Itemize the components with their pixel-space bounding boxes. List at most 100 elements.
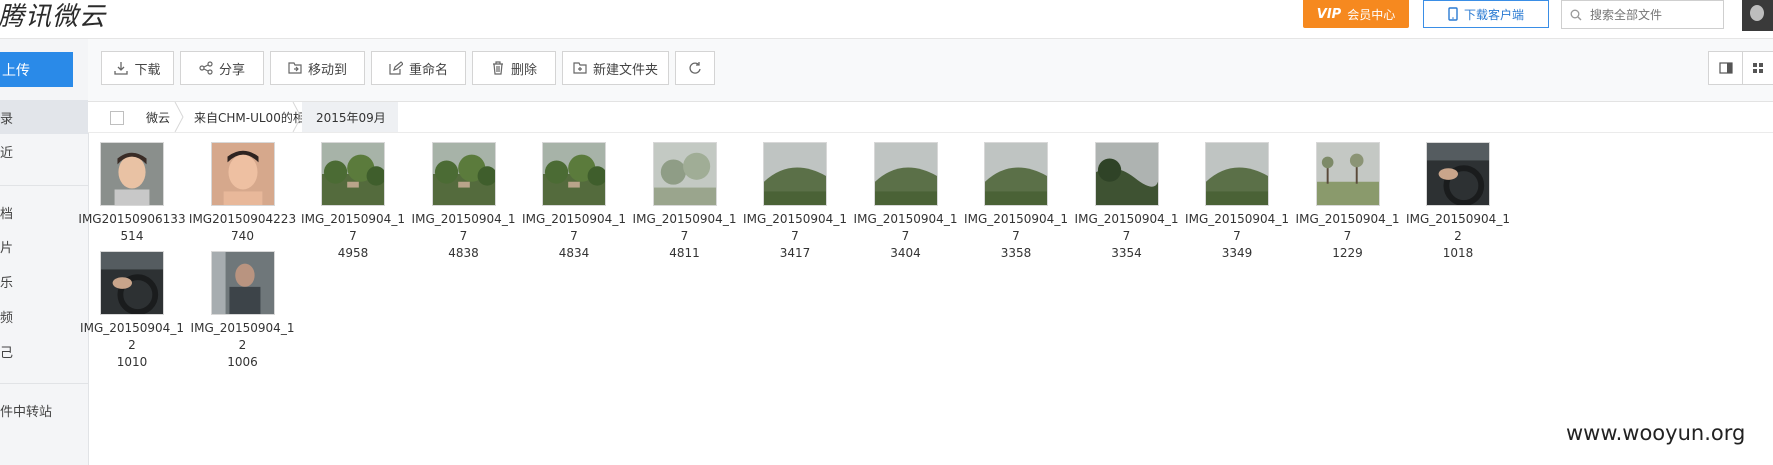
sidebar-item-label: 片 [0,240,14,256]
file-name[interactable]: IMG_20150904_17 4834 [515,211,633,262]
file-item[interactable]: IMG_20150904_17 3417 [736,142,854,262]
file-name-line: 740 [231,229,254,243]
vip-center-label: 会员中心 [1347,7,1396,22]
new-folder-icon [573,62,587,74]
refresh-button[interactable] [675,51,715,85]
grid-icon [1753,63,1763,73]
file-item[interactable]: IMG_20150904_17 1229 [1289,142,1407,262]
sidebar-item-label: 档 [0,206,14,222]
phone-icon [1448,7,1458,21]
download-icon [114,62,129,75]
sidebar-item-label: 频 [0,310,14,326]
delete-button[interactable]: 删除 [472,51,556,85]
grid-view-button[interactable] [1742,51,1773,85]
file-thumbnail[interactable] [1315,142,1380,206]
file-thumbnail[interactable] [210,251,275,315]
file-thumbnail[interactable] [1426,142,1490,206]
sidebar-item-transfer-station[interactable]: 件中转站 [0,393,88,427]
photo-thumbnail-image [211,143,274,205]
file-thumbnail[interactable] [321,142,385,206]
move-icon [288,62,302,74]
file-item[interactable]: IMG_20150904_12 1018 [1399,142,1517,262]
file-name[interactable]: IMG_20150904_17 3358 [957,211,1075,262]
file-thumbnail[interactable] [1094,142,1159,206]
file-name[interactable]: IMG20150906133 514 [73,211,191,245]
move-to-label: 移动到 [307,62,347,78]
file-name-line: 1006 [227,355,258,369]
file-name[interactable]: IMG_20150904_17 3417 [736,211,854,262]
chevron-right-icon [292,102,302,132]
file-name[interactable]: IMG_20150904_17 3354 [1068,211,1186,262]
file-item[interactable]: IMG_20150904_17 4838 [405,142,523,262]
file-thumbnail[interactable] [431,142,496,206]
file-name[interactable]: IMG_20150904_17 4958 [294,211,412,262]
file-name-line: IMG_20150904_17 [1185,212,1289,243]
file-name[interactable]: IMG_20150904_17 4838 [405,211,523,262]
breadcrumb-root[interactable]: 微云 [134,102,178,132]
share-button[interactable]: 分享 [180,51,264,85]
file-name[interactable]: IMG_20150904_17 4811 [626,211,744,262]
photo-thumbnail-image [1316,143,1379,205]
photo-thumbnail-image [432,143,495,205]
file-name[interactable]: IMG_20150904_17 3404 [847,211,965,262]
file-name-line: 1229 [1332,246,1363,260]
breadcrumb-current[interactable]: 2015年09月 [302,102,398,132]
file-thumbnail[interactable] [763,142,827,206]
file-thumbnail[interactable] [1205,142,1269,206]
file-item[interactable]: IMG_20150904_17 3349 [1178,142,1296,262]
file-name-line: 3354 [1111,246,1142,260]
file-thumbnail[interactable] [542,142,606,206]
file-item[interactable]: IMG_20150904_17 4958 [294,142,412,262]
file-thumbnail[interactable] [100,142,164,206]
sidebar-item-label: 近 [0,145,14,161]
file-item[interactable]: IMG_20150904_17 3404 [847,142,965,262]
file-item[interactable]: IMG20150906133 514 [73,142,191,245]
file-name[interactable]: IMG20150904223 740 [184,211,302,245]
move-to-button[interactable]: 移动到 [270,51,365,85]
photo-thumbnail-image [1095,143,1158,205]
app-logo[interactable]: 腾讯微云 [0,0,106,33]
file-name[interactable]: IMG_20150904_12 1018 [1399,211,1517,262]
file-item[interactable]: IMG_20150904_17 3358 [957,142,1075,262]
photo-thumbnail-image [1206,143,1268,205]
detail-view-button[interactable] [1708,51,1743,85]
file-thumbnail[interactable] [984,142,1048,206]
share-icon [199,61,213,75]
select-all-checkbox[interactable] [110,111,124,125]
file-name-line: IMG_20150904_17 [1295,212,1400,243]
file-name-line: 3417 [779,246,811,260]
file-item[interactable]: IMG20150904223 740 [184,142,302,245]
upload-button[interactable]: 上传 [0,52,73,87]
vip-center-button[interactable]: VIP 会员中心 [1303,0,1409,28]
file-thumbnail[interactable] [100,251,164,315]
file-item[interactable]: IMG_20150904_17 4811 [626,142,744,262]
sidebar-item-label: 乐 [0,275,14,291]
new-folder-button[interactable]: 新建文件夹 [562,51,669,85]
file-item[interactable]: IMG_20150904_12 1006 [184,251,302,371]
file-name-line: IMG_20150904_17 [632,212,737,243]
file-thumbnail[interactable] [210,142,275,206]
file-item[interactable]: IMG_20150904_17 4834 [515,142,633,262]
file-name[interactable]: IMG_20150904_12 1010 [73,320,191,371]
file-name[interactable]: IMG_20150904_17 3349 [1178,211,1296,262]
rename-button[interactable]: 重命名 [371,51,466,85]
file-name[interactable]: IMG_20150904_17 1229 [1289,211,1407,262]
file-name-line: IMG_20150904_17 [522,212,626,243]
photo-thumbnail-image [874,143,937,205]
file-item[interactable]: IMG_20150904_12 1010 [73,251,191,371]
file-thumbnail[interactable] [873,142,938,206]
sidebar-item-label: 录 [0,111,14,127]
file-name-line: IMG_20150904_12 [190,321,295,352]
search-box[interactable] [1561,0,1724,29]
file-name-line: 4958 [337,246,369,260]
download-client-button[interactable]: 下载客户端 [1423,0,1549,28]
download-button[interactable]: 下载 [101,51,174,85]
file-item[interactable]: IMG_20150904_17 3354 [1068,142,1186,262]
search-input[interactable] [1588,6,1712,23]
breadcrumb-label: 微云 [146,110,171,125]
photo-thumbnail-image [543,143,605,205]
file-name[interactable]: IMG_20150904_12 1006 [184,320,302,371]
file-thumbnail[interactable] [652,142,717,206]
sidebar-item-directory[interactable]: 录 [0,100,88,134]
avatar[interactable] [1742,0,1773,31]
